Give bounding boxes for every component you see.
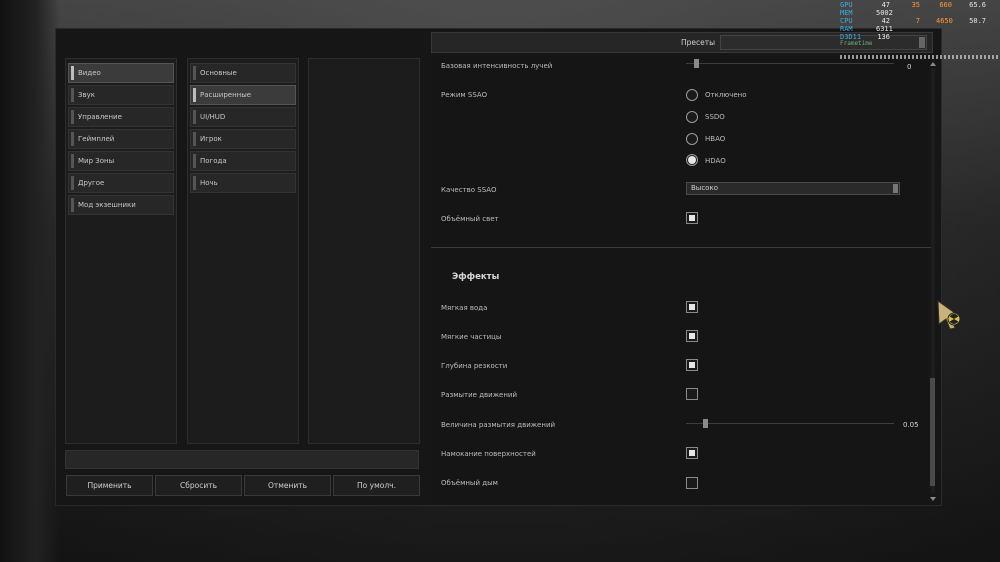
motion-blur-checkbox[interactable] [686, 388, 698, 400]
slider-handle[interactable] [703, 419, 708, 428]
subcategory-ui-hud[interactable]: UI/HUD [190, 107, 296, 127]
game-cursor-icon [937, 300, 961, 330]
apply-button[interactable]: Применить [66, 475, 153, 496]
overlay-value: 35 [911, 1, 920, 9]
overlay-value: 7 [915, 17, 920, 25]
soft-water-label: Мягкая вода [441, 304, 488, 312]
volumetric-light-label: Объёмный свет [441, 215, 499, 223]
overlay-value: 5002 [876, 9, 893, 17]
frametime-graph [840, 55, 1000, 59]
hint-bar [65, 450, 419, 469]
subcategory-basic[interactable]: Основные [190, 63, 296, 83]
subcategory-advanced[interactable]: Расширенные [190, 85, 296, 105]
background-trees [0, 0, 60, 562]
overlay-row-ram: RAM 6311 [840, 25, 1000, 33]
settings-list [431, 58, 929, 503]
ssao-mode-label: Режим SSAO [441, 91, 488, 99]
overlay-row-gpu: GPU 47 35 660 65.6 [840, 1, 1000, 9]
overlay-value: 50.7 [969, 17, 986, 25]
overlay-key: GPU [840, 1, 853, 9]
overlay-value: 47 [881, 1, 890, 9]
soft-particles-label: Мягкие частицы [441, 333, 502, 341]
volumetric-smoke-label: Объёмный дым [441, 479, 498, 487]
section-divider [431, 247, 931, 248]
volumetric-light-checkbox[interactable] [686, 212, 698, 224]
overlay-key: CPU [840, 17, 853, 25]
motion-blur-label: Размытие движений [441, 391, 518, 399]
slider-rail [686, 423, 894, 424]
soft-water-checkbox[interactable] [686, 301, 698, 313]
slider-handle[interactable] [694, 59, 699, 68]
overlay-subtitle: Frametime [840, 40, 873, 47]
motion-blur-amount-slider[interactable] [686, 419, 894, 428]
ssao-ssdo-label: SSDO [705, 113, 725, 121]
cancel-button[interactable]: Отменить [244, 475, 331, 496]
ssao-hbao-radio[interactable] [686, 133, 698, 145]
overlay-value: 4650 [936, 17, 953, 25]
scroll-up-icon[interactable] [930, 62, 936, 66]
ssao-hdao-radio[interactable] [686, 154, 698, 166]
ssao-hbao-label: HBAO [705, 135, 726, 143]
overlay-key: RAM [840, 25, 853, 33]
overlay-key: MEM [840, 9, 853, 17]
overlay-value: 65.6 [969, 1, 986, 9]
ssao-quality-label: Качество SSAO [441, 186, 497, 194]
ssao-off-radio[interactable] [686, 89, 698, 101]
subcategory-weather[interactable]: Погода [190, 151, 296, 171]
subcategory-night[interactable]: Ночь [190, 173, 296, 193]
motion-blur-amount-value: 0.05 [903, 421, 919, 429]
overlay-value: 42 [881, 17, 890, 25]
wet-surfaces-checkbox[interactable] [686, 447, 698, 459]
category-gameplay[interactable]: Геймплей [68, 129, 174, 149]
overlay-value: 660 [939, 1, 952, 9]
overlay-row-cpu: CPU 42 7 4650 50.7 [840, 17, 1000, 25]
ssao-hdao-label: HDAO [705, 157, 726, 165]
motion-blur-amount-label: Величина размытия движений [441, 421, 556, 429]
overlay-row-mem: MEM 5002 [840, 9, 1000, 17]
category-other[interactable]: Другое [68, 173, 174, 193]
empty-panel [308, 58, 420, 444]
sun-rays-slider[interactable] [686, 59, 894, 68]
preset-label: Пресеты [681, 38, 716, 47]
wet-surfaces-label: Намокание поверхностей [441, 450, 536, 458]
effects-heading: Эффекты [452, 272, 500, 282]
category-mod-exe[interactable]: Мод экзешники [68, 195, 174, 215]
slider-rail [686, 63, 894, 64]
overlay-value: 6311 [876, 25, 893, 33]
ssao-quality-value: Высоко [691, 184, 718, 192]
chevron-down-icon [893, 184, 898, 193]
overlay-value: 136 [877, 33, 890, 41]
category-controls[interactable]: Управление [68, 107, 174, 127]
volumetric-smoke-checkbox[interactable] [686, 477, 698, 489]
ssao-off-label: Отключено [705, 91, 747, 99]
settings-scrollbar[interactable] [929, 58, 937, 503]
sun-rays-label: Базовая интенсивность лучей [441, 62, 553, 70]
performance-overlay: GPU 47 35 660 65.6 MEM 5002 CPU 42 7 465… [838, 0, 1000, 60]
soft-particles-checkbox[interactable] [686, 330, 698, 342]
reset-button[interactable]: Сбросить [155, 475, 242, 496]
scroll-down-icon[interactable] [930, 497, 936, 501]
category-video[interactable]: Видео [68, 63, 174, 83]
dof-label: Глубина резкости [441, 362, 508, 370]
sun-rays-value: 0 [907, 63, 912, 71]
subcategory-player[interactable]: Игрок [190, 129, 296, 149]
dof-checkbox[interactable] [686, 359, 698, 371]
ssao-quality-select[interactable]: Высоко [686, 182, 900, 195]
category-zone-world[interactable]: Мир Зоны [68, 151, 174, 171]
scroll-thumb[interactable] [930, 378, 935, 486]
ssao-ssdo-radio[interactable] [686, 111, 698, 123]
category-sound[interactable]: Звук [68, 85, 174, 105]
default-button[interactable]: По умолч. [333, 475, 420, 496]
